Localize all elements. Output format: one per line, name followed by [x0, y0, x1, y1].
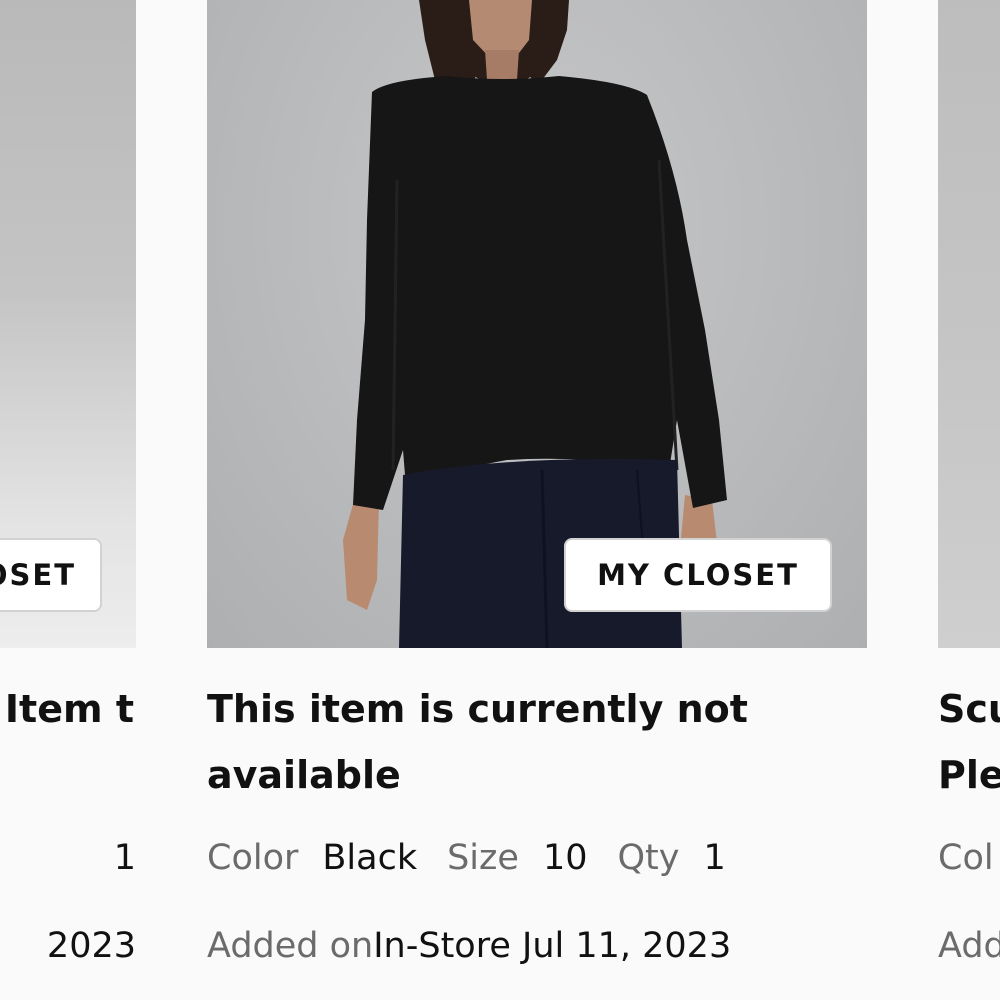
color-label: Color — [207, 838, 299, 878]
added-on-value: In-Store Jul 11, 2023 — [373, 926, 732, 966]
added-on-row: Add — [938, 922, 1000, 970]
closet-product-grid: MY CLOSET Item t 1 2023 — [0, 0, 1000, 1000]
my-closet-button-label: MY CLOSET — [0, 558, 76, 592]
product-meta: Color Black Size 10 Qty 1 — [207, 834, 726, 882]
product-card[interactable]: Scu Ple Col Add — [938, 0, 1000, 966]
my-closet-button[interactable]: MY CLOSET — [564, 538, 832, 612]
my-closet-button-label: MY CLOSET — [597, 558, 799, 592]
added-on-value: 2023 — [46, 926, 136, 966]
added-on-label: Added on — [207, 926, 374, 966]
product-title-line: Ple — [938, 753, 1000, 797]
product-image[interactable]: MY CLOSET — [207, 0, 867, 648]
size-value: 10 — [542, 838, 588, 878]
product-title[interactable]: Item t — [0, 676, 134, 742]
size-label: Size — [447, 838, 519, 878]
qty-value: 1 — [703, 838, 726, 878]
product-meta: 1 — [114, 834, 136, 882]
product-image[interactable] — [938, 0, 1000, 648]
product-card[interactable]: MY CLOSET Item t 1 2023 — [0, 0, 136, 966]
product-card[interactable]: MY CLOSET This item is currently not ava… — [207, 0, 867, 966]
qty-value: 1 — [113, 838, 136, 878]
product-meta: Col — [938, 834, 994, 882]
qty-label: Qty — [617, 838, 680, 878]
product-image[interactable]: MY CLOSET — [0, 0, 136, 648]
added-on-row: 2023 — [47, 922, 136, 970]
my-closet-button[interactable]: MY CLOSET — [0, 538, 102, 612]
color-value: Black — [322, 838, 418, 878]
added-on-label: Add — [938, 926, 1000, 966]
product-title-line: Scu — [938, 687, 1000, 731]
product-title[interactable]: This item is currently not available — [207, 676, 827, 808]
product-title[interactable]: Scu Ple — [938, 676, 1000, 808]
color-label: Col — [938, 838, 994, 878]
added-on-row: Added onIn-Store Jul 11, 2023 — [207, 922, 731, 970]
